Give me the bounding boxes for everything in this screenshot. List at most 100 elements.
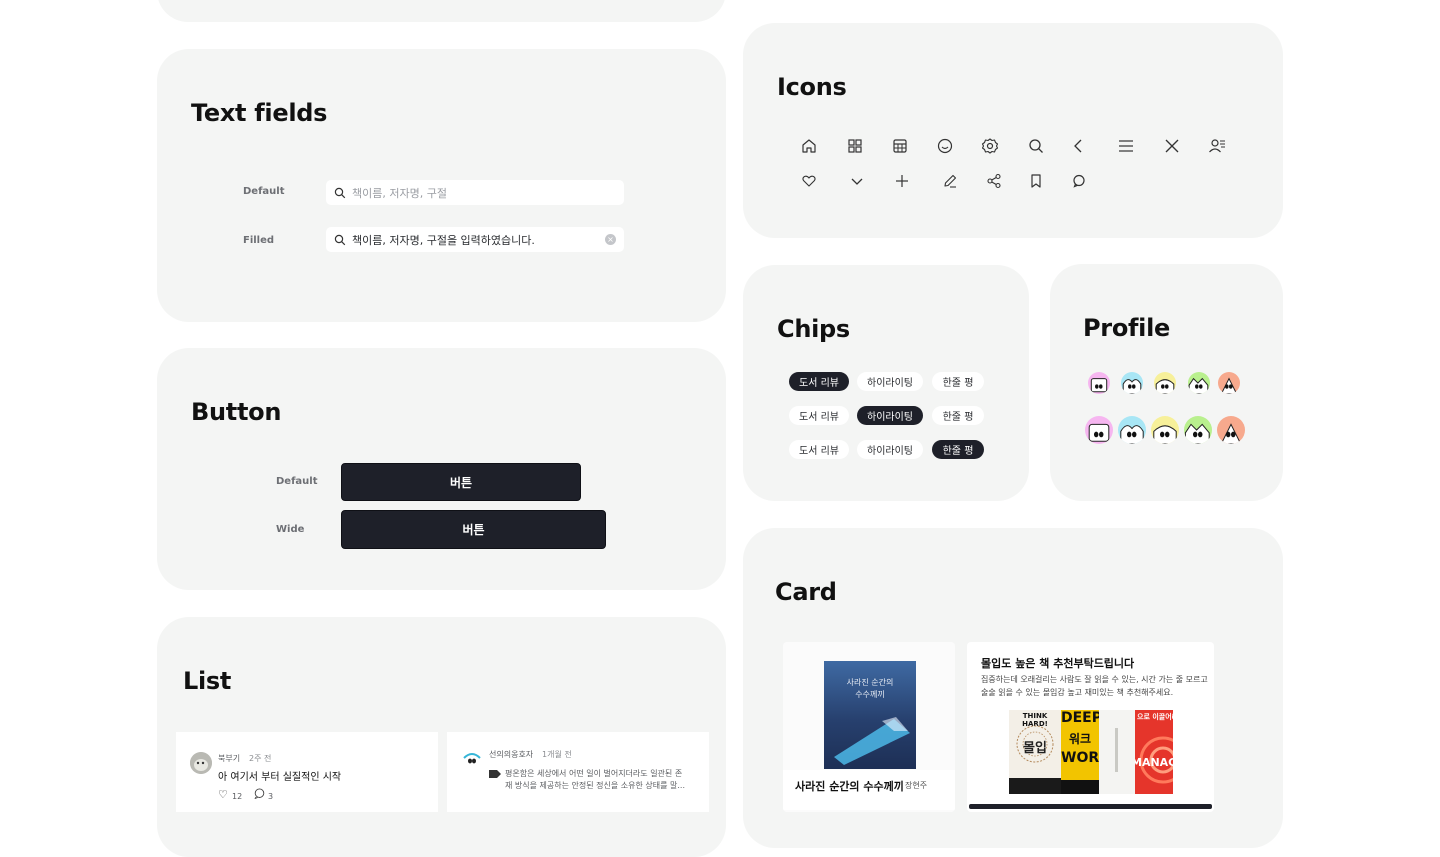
like-count: 12 [232, 792, 243, 801]
icons-title: Icons [777, 73, 847, 101]
post-time: 1개월 전 [542, 750, 572, 759]
button-panel: Button Default Wide 버튼 버튼 [157, 348, 726, 590]
book-thumb-3 [1099, 710, 1135, 794]
list-title: List [183, 667, 232, 695]
avatar[interactable] [1085, 416, 1113, 444]
search-icon [334, 187, 346, 198]
avatar[interactable] [1188, 372, 1210, 394]
card-title: Card [775, 578, 837, 606]
search-value: 책이름, 저자명, 구절을 입력하였습니다. [352, 233, 535, 247]
chip-review[interactable]: 도서 리뷰 [789, 372, 849, 391]
search-field-filled[interactable]: 책이름, 저자명, 구절을 입력하였습니다. × [326, 227, 624, 252]
profile-title: Profile [1083, 314, 1170, 342]
book-cover: 사라진 순간의 수수께끼 [824, 661, 916, 769]
book-info-bar: 사라진 순간의 수수께끼 장현주 [783, 770, 955, 810]
avatar[interactable] [1217, 416, 1245, 444]
heart-icon[interactable] [800, 172, 818, 190]
post-time: 2주 전 [249, 754, 272, 763]
chat-icon[interactable] [254, 788, 265, 803]
list-item[interactable]: 북부기 2주 전 아 여기서 부터 실질적인 시작 ♡ 12 3 [176, 732, 438, 812]
avatar [461, 748, 483, 770]
chip-oneline[interactable]: 한줄 평 [932, 406, 984, 425]
close-icon[interactable] [1163, 137, 1181, 155]
book-thumb-4: 으로 이끌어라 MANAGER [1135, 710, 1173, 794]
plus-icon[interactable] [893, 172, 911, 190]
icons-panel: Icons [743, 23, 1283, 238]
chip-highlight[interactable]: 하이라이팅 [857, 372, 923, 391]
text-fields-panel: Text fields Default Filled 책이름, 저자명, 구절 … [157, 49, 726, 322]
thumb-line [1115, 728, 1118, 772]
thumb-text: MANAGER [1135, 756, 1173, 769]
chevron-down-icon[interactable] [848, 172, 866, 190]
share-icon[interactable] [985, 172, 1003, 190]
book-thumb-2: DEEP 워크 WORK [1061, 710, 1099, 794]
default-label: Default [243, 186, 285, 197]
tag-icon [489, 770, 501, 782]
chip-review[interactable]: 도서 리뷰 [789, 440, 849, 459]
chevron-left-icon[interactable] [1070, 137, 1088, 155]
pencil-icon[interactable] [941, 172, 959, 190]
post-body-2: 술술 읽을 수 있는 몰입감 높고 재미있는 책 추천해주세요. [981, 688, 1174, 697]
profile-panel: Profile [1050, 264, 1283, 501]
chat-icon[interactable] [1070, 172, 1088, 190]
post-bottom-bar [969, 804, 1212, 809]
post-title: 몰입도 높은 책 추천부탁드립니다 [981, 657, 1135, 670]
clear-icon[interactable]: × [605, 234, 616, 245]
avatar[interactable] [1121, 372, 1143, 394]
author-name: 북부기 [218, 754, 241, 763]
search-icon[interactable] [1027, 137, 1045, 155]
chip-review[interactable]: 도서 리뷰 [789, 406, 849, 425]
home-icon[interactable] [800, 137, 818, 155]
quote-line-2: 재 방식을 제공하는 안정된 정신을 소유한 상태를 말... [505, 781, 685, 790]
avatar[interactable] [1088, 372, 1110, 394]
book-card[interactable]: 사라진 순간의 수수께끼 사라진 순간의 수수께끼 장현주 [783, 642, 955, 812]
search-icon [334, 234, 346, 245]
book-title: 사라진 순간의 수수께끼 [795, 780, 904, 793]
button-default-label: Default [276, 476, 318, 487]
chip-highlight[interactable]: 하이라이팅 [857, 440, 923, 459]
thumb-text: 워크 [1068, 732, 1092, 746]
menu-icon[interactable] [1117, 137, 1135, 155]
smile-icon[interactable] [936, 137, 954, 155]
button-wide-label: Wide [276, 524, 305, 535]
list-panel: List 북부기 2주 전 아 여기서 부터 실질적인 시작 ♡ 12 3 선의… [157, 617, 726, 857]
avatar [190, 752, 212, 774]
avatar[interactable] [1218, 372, 1240, 394]
post-body-1: 집중하는데 오래걸리는 사람도 잘 읽을 수 있는, 시간 가는 줄 모르고 [981, 675, 1208, 684]
post-card[interactable]: 몰입도 높은 책 추천부탁드립니다 집중하는데 오래걸리는 사람도 잘 읽을 수… [967, 642, 1214, 812]
search-field-default[interactable]: 책이름, 저자명, 구절 [326, 180, 624, 205]
chip-highlight[interactable]: 하이라이팅 [857, 406, 923, 425]
chip-oneline[interactable]: 한줄 평 [932, 440, 984, 459]
book-author: 장현주 [905, 781, 928, 790]
avatar[interactable] [1154, 372, 1176, 394]
search-placeholder: 책이름, 저자명, 구절 [352, 186, 447, 200]
book-thumb-1: THINK HARD! 몰입 [1009, 710, 1061, 794]
thumb-text: DEEP [1061, 710, 1099, 726]
thumb-text: WORK [1061, 750, 1099, 766]
settings-icon[interactable] [981, 137, 999, 155]
top-panel-partial [157, 0, 726, 22]
comment-count: 3 [268, 792, 274, 801]
user-list-icon[interactable] [1208, 137, 1226, 155]
list-item[interactable]: 선의의옹호자 1개월 전 평온함은 세상에서 어떤 일이 벌어지더라도 일관된 … [447, 732, 709, 812]
list-item-title: 아 여기서 부터 실질적인 시작 [218, 772, 342, 783]
author-name: 선의의옹호자 [489, 750, 534, 759]
thumb-text: 몰입 [1023, 741, 1047, 756]
avatar[interactable] [1151, 416, 1179, 444]
text-fields-title: Text fields [191, 99, 328, 127]
avatar[interactable] [1118, 416, 1146, 444]
quote-line-1: 평온함은 세상에서 어떤 일이 벌어지더라도 일관된 존 [505, 769, 683, 778]
grid-icon[interactable] [846, 137, 864, 155]
default-button[interactable]: 버튼 [341, 463, 581, 501]
calendar-icon[interactable] [891, 137, 909, 155]
button-title: Button [191, 398, 282, 426]
heart-icon[interactable]: ♡ [218, 789, 228, 801]
card-panel: Card 사라진 순간의 수수께끼 사라진 순간의 수수께끼 장현주 몰입도 높… [743, 528, 1283, 848]
chips-panel: Chips 도서 리뷰 하이라이팅 한줄 평 도서 리뷰 하이라이팅 한줄 평 도서 리뷰 하… [743, 265, 1029, 501]
avatar[interactable] [1184, 416, 1212, 444]
thumb-band [1061, 780, 1099, 794]
chip-oneline[interactable]: 한줄 평 [932, 372, 984, 391]
chips-title: Chips [777, 315, 850, 343]
bookmark-icon[interactable] [1027, 172, 1045, 190]
wide-button[interactable]: 버튼 [341, 510, 606, 549]
